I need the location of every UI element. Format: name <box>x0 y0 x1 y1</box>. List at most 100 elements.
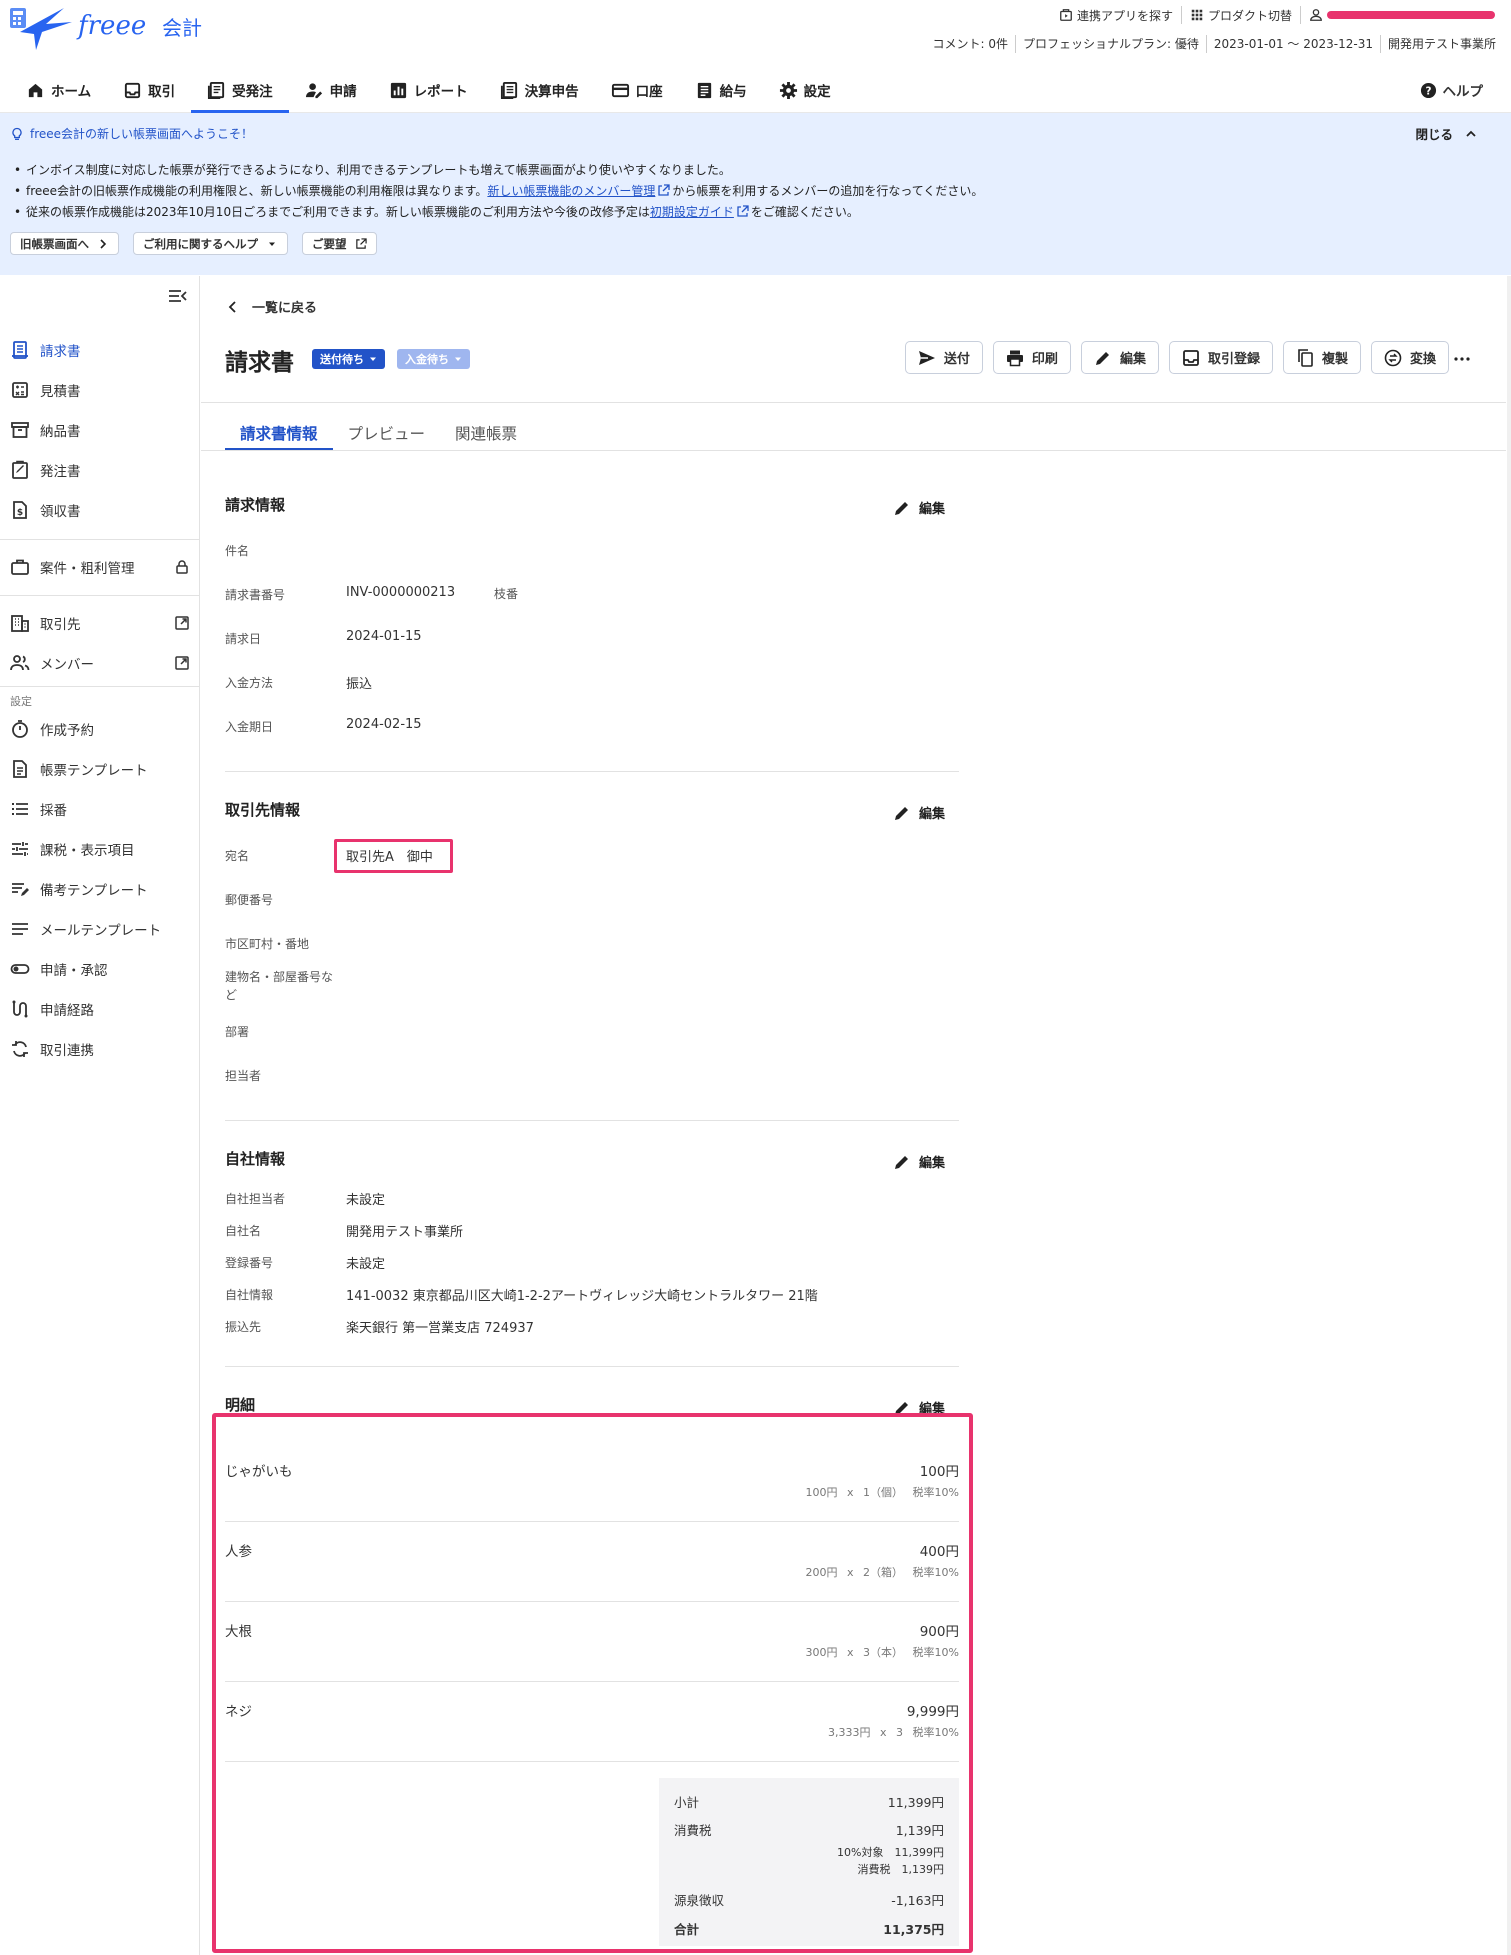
nav-orders-label: 受発注 <box>232 84 273 100</box>
company-edit-button[interactable]: 編集 <box>893 1152 945 1171</box>
banner-notice-1-text: インボイス制度に対応した帳票が発行できるようになり、利用できるテンプレートも増え… <box>26 163 731 177</box>
sidebar-collapse-button[interactable] <box>168 288 188 304</box>
nav-orders[interactable]: 受発注 <box>191 68 289 113</box>
feedback-button[interactable]: ご要望 <box>302 232 377 255</box>
more-actions-button[interactable] <box>1453 350 1471 368</box>
old-form-screen-button[interactable]: 旧帳票画面へ <box>10 232 119 255</box>
tab-preview[interactable]: プレビュー <box>333 417 441 449</box>
lightbulb-icon <box>12 127 22 140</box>
tab-related-forms[interactable]: 関連帳票 <box>440 417 532 449</box>
nav-accounts[interactable]: 口座 <box>595 68 679 112</box>
invoice-number-label: 請求書番号 <box>225 588 286 602</box>
header-meta: コメント: 0件 プロフェッショナルプラン: 優待 2023-01-01 〜 2… <box>926 35 1503 53</box>
fiscal-period[interactable]: 2023-01-01 〜 2023-12-31 <box>1205 35 1380 53</box>
external-link-icon <box>175 656 189 670</box>
invoice-icon <box>12 341 28 359</box>
sync-icon <box>12 1041 28 1057</box>
header-tools: 連携アプリを探す プロダクト切替 <box>1051 6 1503 24</box>
sidebar-item-receipt[interactable]: $ 領収書 <box>0 495 200 525</box>
sidebar-item-approval[interactable]: 申請・承認 <box>0 954 200 984</box>
find-apps-link[interactable]: 連携アプリを探す <box>1051 6 1182 24</box>
sidebar-item-tax-display[interactable]: 課税・表示項目 <box>0 834 200 864</box>
feedback-label: ご要望 <box>312 236 347 251</box>
sidebar-item-members[interactable]: メンバー <box>0 648 200 678</box>
line-item-amount: 900円 <box>919 1624 959 1640</box>
duplicate-label: 複製 <box>1321 352 1348 367</box>
register-transaction-button[interactable]: 取引登録 <box>1168 341 1273 374</box>
sidebar-item-scheduled[interactable]: 作成予約 <box>0 714 200 744</box>
comment-count[interactable]: コメント: 0件 <box>926 35 1016 53</box>
total-value: 11,375円 <box>883 1922 944 1937</box>
sidebar-item-quotation[interactable]: 見積書 <box>0 375 200 405</box>
building-icon <box>11 615 29 632</box>
sidebar-item-label: 取引先 <box>40 617 81 633</box>
sidebar-item-label: 発注書 <box>40 464 81 480</box>
sidebar-item-purchase-order[interactable]: 発注書 <box>0 455 200 485</box>
banner-close-label: 閉じる <box>1415 127 1453 142</box>
freee-logo[interactable]: freee 会計 <box>6 2 216 54</box>
line-item-tax-rate: 税率10% <box>912 1486 959 1499</box>
nav-tax-filing[interactable]: 決算申告 <box>484 68 595 112</box>
line-item-amount: 100円 <box>919 1464 959 1480</box>
nav-settings[interactable]: 設定 <box>763 68 847 112</box>
department-label: 部署 <box>225 1025 250 1039</box>
nav-accounts-label: 口座 <box>635 84 663 100</box>
banner-close-button[interactable]: 閉じる <box>1415 124 1477 143</box>
sidebar-item-route[interactable]: 申請経路 <box>0 994 200 1024</box>
sidebar-item-templates[interactable]: 帳票テンプレート <box>0 754 200 784</box>
user-menu[interactable] <box>1301 6 1503 24</box>
sidebar-item-label: 請求書 <box>40 344 81 360</box>
nav-payroll[interactable]: 給与 <box>679 68 763 112</box>
sidebar-item-label: 見積書 <box>40 384 81 400</box>
plan-info: プロフェッショナルプラン: 優待 <box>1015 35 1206 53</box>
nav-requests[interactable]: 申請 <box>289 68 373 112</box>
bird-logo-icon <box>20 8 72 50</box>
sidebar-item-numbering[interactable]: 採番 <box>0 794 200 824</box>
send-button[interactable]: 送付 <box>904 341 983 374</box>
nav-reports-label: レポート <box>413 84 468 100</box>
sidebar-item-notes-template[interactable]: 備考テンプレート <box>0 874 200 904</box>
product-switch[interactable]: プロダクト切替 <box>1182 6 1301 24</box>
nav-payroll-label: 給与 <box>719 84 747 100</box>
partner-edit-button[interactable]: 編集 <box>893 803 945 822</box>
help-link[interactable]: ? ヘルプ <box>1420 80 1483 100</box>
nav-home[interactable]: ホーム <box>0 68 107 112</box>
totals-panel: 小計 11,399円 消費税 1,139円 10%対象 11,399円 消費税 … <box>659 1778 959 1946</box>
sidebar-item-transaction-sync[interactable]: 取引連携 <box>0 1034 200 1064</box>
billing-edit-button[interactable]: 編集 <box>893 498 945 517</box>
action-toolbar: 送付 印刷 編集 取引登録 複製 変換 <box>904 341 1449 374</box>
convert-button[interactable]: 変換 <box>1370 341 1449 374</box>
old-form-screen-label: 旧帳票画面へ <box>20 236 89 251</box>
chevron-right-icon <box>100 238 107 249</box>
line-item-tax-rate: 税率10% <box>912 1726 959 1739</box>
usage-help-button[interactable]: ご利用に関するヘルプ <box>133 232 288 255</box>
print-button[interactable]: 印刷 <box>992 341 1071 374</box>
nav-reports[interactable]: レポート <box>373 68 484 112</box>
sidebar-item-invoice[interactable]: 請求書 <box>0 335 200 365</box>
sidebar-item-delivery-note[interactable]: 納品書 <box>0 415 200 445</box>
sidebar-item-label: 課税・表示項目 <box>40 843 135 859</box>
scrollbar[interactable] <box>1507 276 1511 1955</box>
nav-transactions[interactable]: 取引 <box>107 68 191 112</box>
edit-button[interactable]: 編集 <box>1080 341 1159 374</box>
sidebar-item-label: メンバー <box>40 657 94 673</box>
banner-notice-3-text: 従来の帳票作成機能は2023年10月10日ごろまでご利用できます。新しい帳票機能… <box>26 205 650 219</box>
registration-number-label: 登録番号 <box>225 1256 274 1270</box>
usage-help-label: ご利用に関するヘルプ <box>143 236 258 251</box>
back-to-list-link[interactable]: 一覧に戻る <box>228 297 317 316</box>
logo-wordmark: freee <box>76 11 146 41</box>
sidebar-item-partners[interactable]: 取引先 <box>0 608 200 638</box>
collapse-menu-icon <box>169 290 187 302</box>
setup-guide-link[interactable]: 初期設定ガイド <box>650 205 734 219</box>
tab-invoice-info[interactable]: 請求書情報 <box>225 417 333 451</box>
duplicate-button[interactable]: 複製 <box>1282 341 1361 374</box>
office-name[interactable]: 開発用テスト事業所 <box>1379 35 1503 53</box>
sidebar-item-project[interactable]: 案件・粗利管理 <box>0 552 200 582</box>
sidebar-item-mail-template[interactable]: メールテンプレート <box>0 914 200 944</box>
banner-notice-2-text: freee会計の旧帳票作成機能の利用権限と、新しい帳票機能の利用権限は異なります… <box>26 184 488 198</box>
line-item-name: 人参 <box>225 1544 252 1560</box>
member-management-link[interactable]: 新しい帳票機能のメンバー管理 <box>487 184 655 198</box>
line-item-divider <box>225 1681 959 1682</box>
payment-status-badge[interactable]: 入金待ち <box>397 349 470 369</box>
send-status-badge[interactable]: 送付待ち <box>312 349 385 369</box>
